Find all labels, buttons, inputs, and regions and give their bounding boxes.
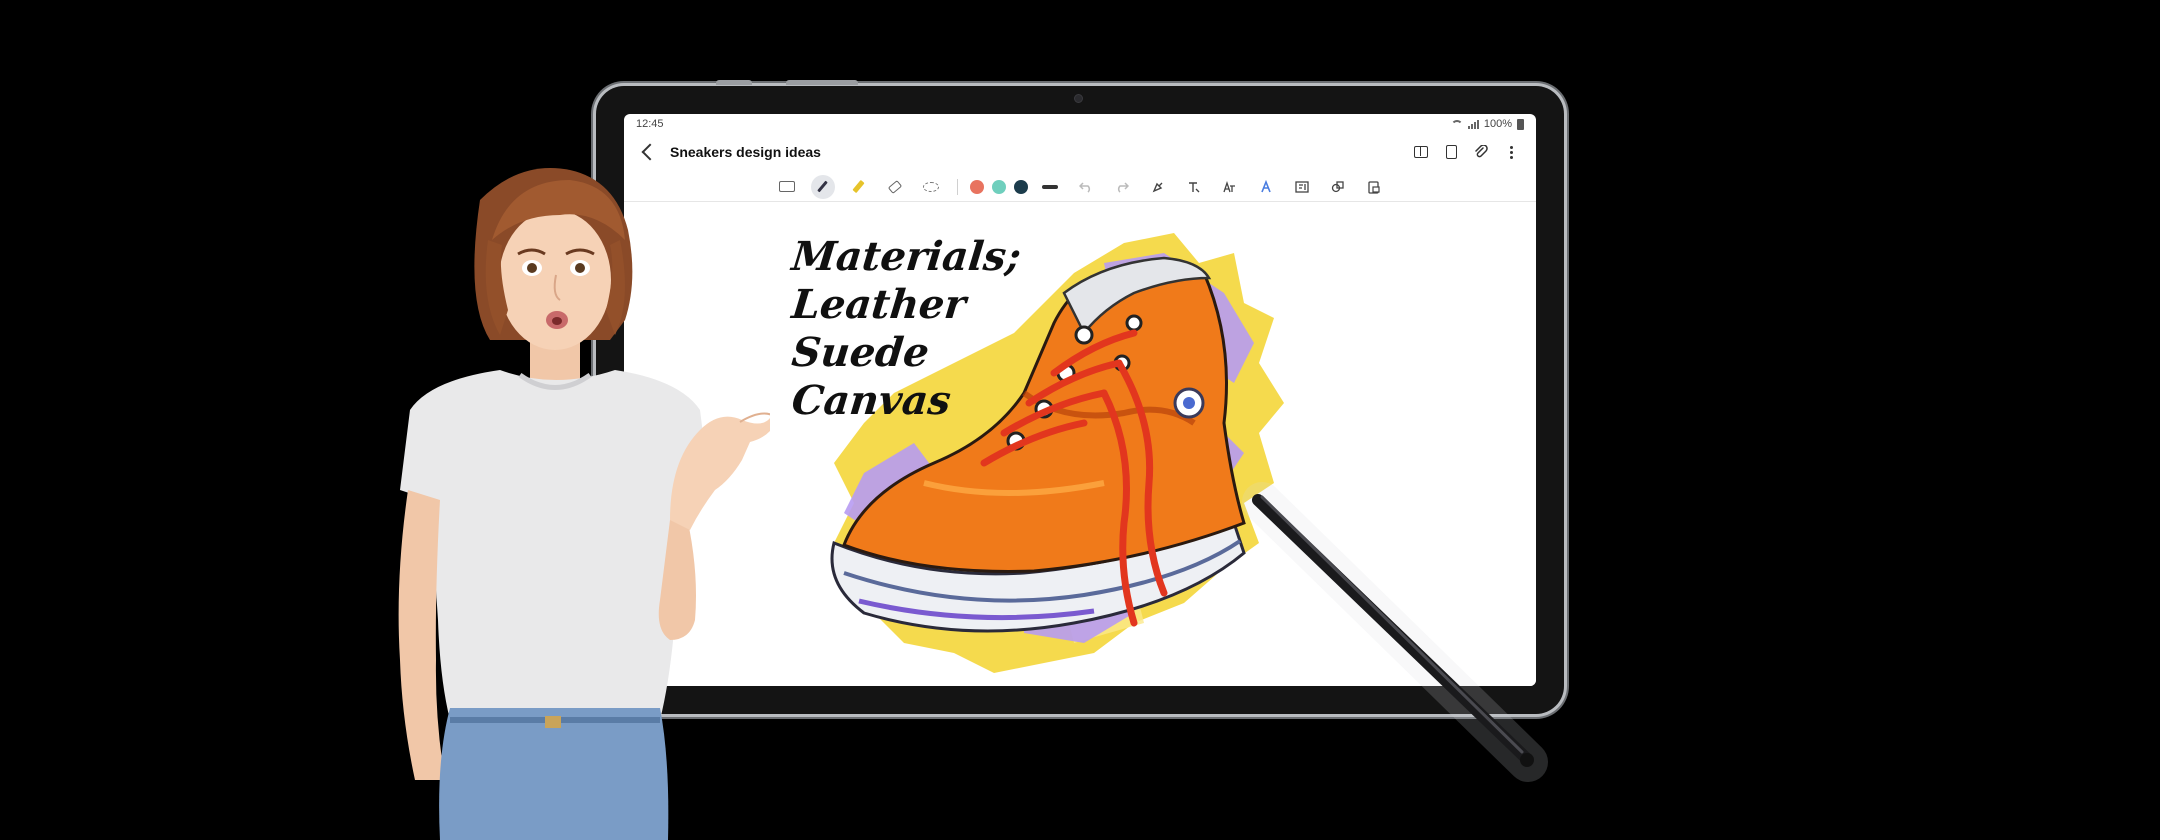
handwriting-line-3: Suede [789, 329, 932, 376]
eraser-tool[interactable] [883, 175, 907, 199]
note-title: Sneakers design ideas [670, 144, 821, 160]
undo-icon [1078, 181, 1090, 193]
redo-icon [1117, 181, 1129, 193]
more-vertical-icon [1509, 145, 1513, 159]
handwriting-line-4: Canvas [789, 377, 954, 424]
pen-tool[interactable] [810, 174, 835, 199]
highlighter-tool[interactable] [847, 175, 871, 199]
color-swatch-coral[interactable] [969, 179, 984, 194]
signal-icon [1467, 119, 1479, 129]
redo-button[interactable] [1110, 175, 1134, 199]
handwritten-notes: Materials; Leather Suede Canvas [789, 233, 1024, 425]
text-format-icon [1188, 181, 1199, 192]
volume-button [716, 80, 752, 85]
lasso-icon [922, 181, 939, 192]
page-icon [1445, 145, 1457, 159]
book-icon [1414, 146, 1428, 158]
page-view-button[interactable] [1444, 145, 1458, 159]
stroke-width-button[interactable] [1041, 184, 1058, 189]
status-bar: 12:45 100% [624, 114, 1536, 134]
highlighter-icon [852, 179, 865, 194]
pen-settings-button[interactable] [1146, 175, 1170, 199]
insert-text-icon [1294, 180, 1309, 193]
color-swatch-teal[interactable] [991, 179, 1006, 194]
wifi-icon [1450, 119, 1463, 129]
undo-button[interactable] [1074, 175, 1098, 199]
handwriting-line-2: Leather [789, 281, 969, 328]
back-arrow-icon[interactable] [641, 143, 659, 161]
paperclip-icon [1475, 145, 1488, 158]
front-camera [1074, 94, 1083, 103]
title-actions [1414, 145, 1522, 159]
insert-text-button[interactable] [1290, 175, 1314, 199]
ai-text-icon [1260, 179, 1271, 192]
keyboard-icon [778, 181, 795, 192]
attach-button[interactable] [1474, 145, 1488, 159]
text-style-button[interactable] [1182, 175, 1206, 199]
fountain-pen-icon [1152, 182, 1162, 192]
status-indicators: 100% [1450, 118, 1524, 130]
lasso-tool[interactable] [919, 175, 943, 199]
keyboard-tool[interactable] [775, 175, 799, 199]
text-size-icon [1222, 180, 1235, 192]
lock-page-icon [1367, 180, 1380, 194]
more-options-button[interactable] [1504, 145, 1518, 159]
color-swatch-navy[interactable] [1013, 179, 1028, 194]
status-time: 12:45 [636, 118, 664, 130]
text-size-button[interactable] [1218, 175, 1242, 199]
handwriting-line-1: Materials; [789, 233, 1024, 280]
eraser-icon [887, 179, 902, 194]
battery-icon [1517, 118, 1524, 130]
battery-percent: 100% [1483, 118, 1512, 130]
ai-handwriting-button[interactable] [1254, 175, 1278, 199]
power-button [786, 80, 858, 85]
presenter-person [398, 168, 770, 840]
pen-icon [817, 180, 828, 193]
book-view-button[interactable] [1414, 145, 1428, 159]
toolbar-divider [956, 178, 958, 195]
shapes-icon [1331, 180, 1344, 192]
lock-button[interactable] [1362, 175, 1386, 199]
shapes-button[interactable] [1326, 175, 1350, 199]
